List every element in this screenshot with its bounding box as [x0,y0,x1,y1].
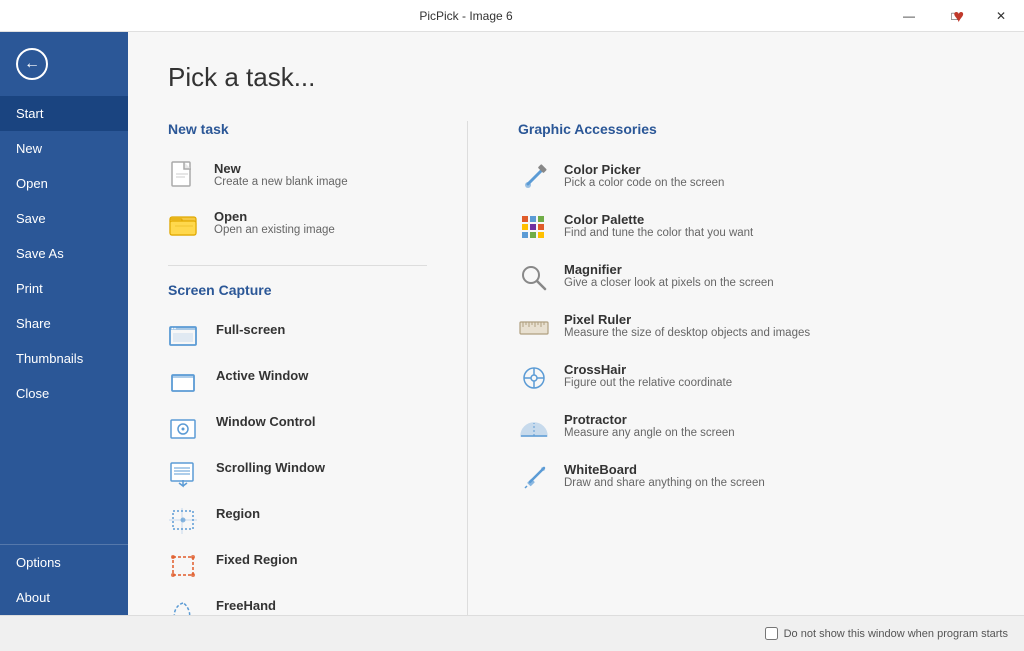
acc-protractor-text: Protractor Measure any angle on the scre… [564,412,735,439]
left-column: New task New Create a new blank image [168,121,468,615]
graphic-accessories-title: Graphic Accessories [518,121,984,137]
back-circle-icon: ← [16,48,48,80]
acc-color-palette[interactable]: Color Palette Find and tune the color th… [518,203,984,253]
pixel-ruler-icon [518,312,550,344]
capture-fixed-region[interactable]: Fixed Region [168,544,427,590]
acc-crosshair[interactable]: CrossHair Figure out the relative coordi… [518,353,984,403]
heart-icon: ♥ [953,6,964,27]
right-column: Graphic Accessories Color Picker Pick a … [468,121,984,615]
acc-color-palette-text: Color Palette Find and tune the color th… [564,212,753,239]
capture-fullscreen[interactable]: Full-screen [168,314,427,360]
fullscreen-icon [168,322,198,352]
task-new[interactable]: New Create a new blank image [168,153,427,201]
acc-crosshair-text: CrossHair Figure out the relative coordi… [564,362,732,389]
two-column-layout: New task New Create a new blank image [168,121,984,615]
sidebar-item-thumbnails[interactable]: Thumbnails [0,341,128,376]
capture-active-window[interactable]: Active Window [168,360,427,406]
divider [168,265,427,266]
capture-fullscreen-text: Full-screen [216,322,285,337]
capture-window-control[interactable]: Window Control [168,406,427,452]
capture-fixed-region-text: Fixed Region [216,552,298,567]
capture-freehand[interactable]: + FreeHand [168,590,427,615]
no-show-label[interactable]: Do not show this window when program sta… [765,627,1008,640]
capture-region[interactable]: Region [168,498,427,544]
color-palette-icon [518,212,550,244]
file-new-icon [168,161,200,193]
capture-window-control-text: Window Control [216,414,316,429]
sidebar: ← Start New Open Save Save As Print Shar… [0,32,128,615]
sidebar-item-open[interactable]: Open [0,166,128,201]
active-window-icon [168,368,198,398]
acc-whiteboard-text: WhiteBoard Draw and share anything on th… [564,462,765,489]
window-control-icon [168,414,198,444]
task-new-text: New Create a new blank image [214,161,348,188]
acc-color-picker-text: Color Picker Pick a color code on the sc… [564,162,724,189]
screen-capture-section-title: Screen Capture [168,282,427,298]
sidebar-item-save-as[interactable]: Save As [0,236,128,271]
app-body: ← Start New Open Save Save As Print Shar… [0,32,1024,615]
scrolling-window-icon [168,460,198,490]
acc-protractor[interactable]: Protractor Measure any angle on the scre… [518,403,984,453]
sidebar-item-about[interactable]: About [0,580,128,615]
whiteboard-icon [518,462,550,494]
sidebar-item-close[interactable]: Close [0,376,128,411]
fixed-region-icon [168,552,198,582]
minimize-button[interactable]: — [886,0,932,32]
sidebar-item-print[interactable]: Print [0,271,128,306]
acc-whiteboard[interactable]: WhiteBoard Draw and share anything on th… [518,453,984,503]
sidebar-item-save[interactable]: Save [0,201,128,236]
capture-freehand-text: FreeHand [216,598,276,613]
task-open[interactable]: Open Open an existing image [168,201,427,249]
capture-scrolling-window-text: Scrolling Window [216,460,325,475]
acc-magnifier-text: Magnifier Give a closer look at pixels o… [564,262,774,289]
acc-color-picker[interactable]: Color Picker Pick a color code on the sc… [518,153,984,203]
acc-pixel-ruler[interactable]: Pixel Ruler Measure the size of desktop … [518,303,984,353]
protractor-icon [518,412,550,444]
sidebar-item-options[interactable]: Options [0,545,128,580]
close-button[interactable]: ✕ [978,0,1024,32]
sidebar-item-new[interactable]: New [0,131,128,166]
capture-scrolling-window[interactable]: Scrolling Window [168,452,427,498]
folder-open-icon [168,209,200,241]
window-title: PicPick - Image 6 [46,9,886,23]
acc-pixel-ruler-text: Pixel Ruler Measure the size of desktop … [564,312,810,339]
freehand-icon: + [168,598,198,615]
new-task-section-title: New task [168,121,427,137]
main-content: Pick a task... New task [128,32,1024,615]
magnifier-icon [518,262,550,294]
crosshair-icon [518,362,550,394]
sidebar-item-share[interactable]: Share [0,306,128,341]
page-title: Pick a task... [168,62,984,93]
sidebar-item-start[interactable]: Start [0,96,128,131]
color-picker-icon [518,162,550,194]
bottom-bar: Do not show this window when program sta… [0,615,1024,651]
capture-region-text: Region [216,506,260,521]
task-open-text: Open Open an existing image [214,209,335,236]
acc-magnifier[interactable]: Magnifier Give a closer look at pixels o… [518,253,984,303]
title-bar: PicPick - Image 6 — □ ✕ ♥ [0,0,1024,32]
region-icon [168,506,198,536]
sidebar-bottom: Options About [0,544,128,615]
back-button[interactable]: ← [8,40,56,88]
no-show-checkbox[interactable] [765,627,778,640]
capture-active-window-text: Active Window [216,368,308,383]
